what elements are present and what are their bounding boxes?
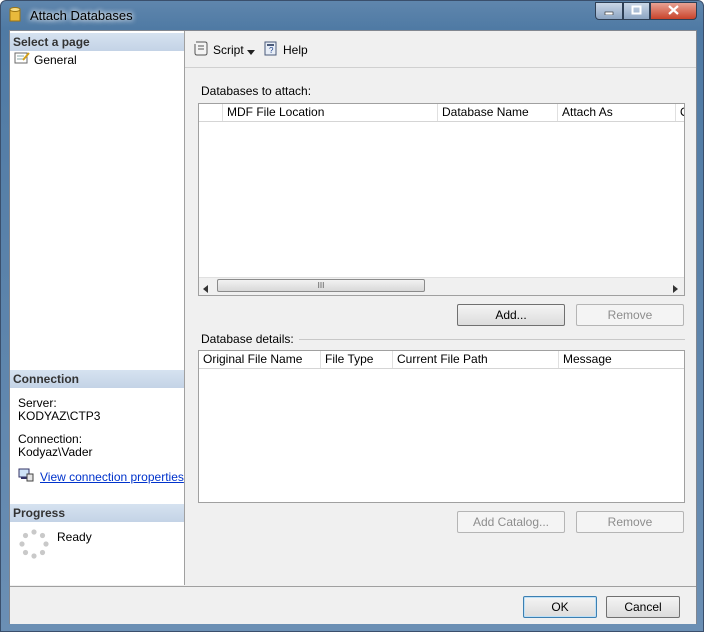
attach-databases-window: Attach Databases Select a page General C… <box>0 0 704 632</box>
database-details-label: Database details: <box>201 332 294 346</box>
help-label: Help <box>283 42 308 57</box>
add-catalog-button[interactable]: Add Catalog... <box>457 511 565 533</box>
scroll-right-icon[interactable] <box>673 282 679 296</box>
column-header-original-file-name[interactable]: Original File Name <box>199 351 321 368</box>
toolbar: Script ? Help <box>185 31 696 68</box>
right-pane: Script ? Help Databases to attach: MDF F… <box>185 31 696 585</box>
script-label: Script <box>213 42 244 57</box>
column-header-database-name[interactable]: Database Name <box>438 104 558 121</box>
progress-spinner-icon <box>19 529 49 559</box>
dialog-client-area: Select a page General Connection Server:… <box>9 30 697 624</box>
column-header-message[interactable]: Message <box>559 351 684 368</box>
column-header-current-file-path[interactable]: Current File Path <box>393 351 559 368</box>
databases-to-attach-grid[interactable]: MDF File Location Database Name Attach A… <box>198 103 685 296</box>
help-icon: ? <box>263 40 279 59</box>
close-button[interactable] <box>650 2 697 20</box>
server-label: Server: <box>18 396 57 410</box>
remove-database-button[interactable]: Remove <box>576 304 684 326</box>
column-header-owner[interactable]: O <box>676 104 684 121</box>
column-header-file-type[interactable]: File Type <box>321 351 393 368</box>
column-header-attach-as[interactable]: Attach As <box>558 104 676 121</box>
title-bar[interactable]: Attach Databases <box>1 1 703 29</box>
database-details-grid[interactable]: Original File Name File Type Current Fil… <box>198 350 685 503</box>
databases-grid-header: MDF File Location Database Name Attach A… <box>199 104 684 122</box>
minimize-icon <box>604 4 614 18</box>
maximize-button[interactable] <box>623 2 650 20</box>
select-page-header: Select a page <box>10 33 184 51</box>
database-cylinder-icon <box>9 7 21 23</box>
column-header-mdf-file-location[interactable]: MDF File Location <box>223 104 438 121</box>
ok-button[interactable]: OK <box>523 596 597 618</box>
maximize-icon <box>631 4 642 18</box>
progress-header: Progress <box>10 504 184 522</box>
left-pane: Select a page General Connection Server:… <box>10 31 185 585</box>
minimize-button[interactable] <box>595 2 623 20</box>
help-button[interactable]: ? Help <box>263 40 308 59</box>
chevron-down-icon <box>247 45 256 59</box>
databases-to-attach-label: Databases to attach: <box>201 84 312 98</box>
page-item-label: General <box>34 52 77 67</box>
database-details-divider <box>299 339 685 340</box>
close-icon <box>668 4 679 18</box>
server-value: KODYAZ\CTP3 <box>18 409 101 423</box>
connection-value: Kodyaz\Vader <box>18 445 93 459</box>
view-connection-properties-link[interactable]: View connection properties <box>40 470 184 484</box>
horizontal-scrollbar[interactable]: III <box>199 277 684 295</box>
svg-text:?: ? <box>269 46 274 55</box>
window-title: Attach Databases <box>30 8 133 23</box>
scroll-thumb[interactable]: III <box>217 279 425 292</box>
dialog-footer: OK Cancel <box>10 586 696 624</box>
script-button[interactable]: Script <box>193 40 244 59</box>
scroll-thumb-grip: III <box>317 281 325 290</box>
connection-header: Connection <box>10 370 184 388</box>
view-connection-properties[interactable]: View connection properties <box>18 468 184 485</box>
progress-status: Ready <box>57 530 92 544</box>
add-button[interactable]: Add... <box>457 304 565 326</box>
script-icon <box>193 40 209 59</box>
details-grid-header: Original File Name File Type Current Fil… <box>199 351 684 369</box>
column-header-select[interactable] <box>199 104 223 121</box>
connection-properties-icon <box>18 468 34 485</box>
connection-label: Connection: <box>18 432 83 446</box>
scroll-left-icon[interactable] <box>203 282 209 296</box>
remove-detail-button[interactable]: Remove <box>576 511 684 533</box>
script-dropdown-button[interactable] <box>247 45 256 59</box>
page-item-general[interactable]: General <box>14 51 77 68</box>
cancel-button[interactable]: Cancel <box>606 596 680 618</box>
general-page-icon <box>14 51 30 68</box>
